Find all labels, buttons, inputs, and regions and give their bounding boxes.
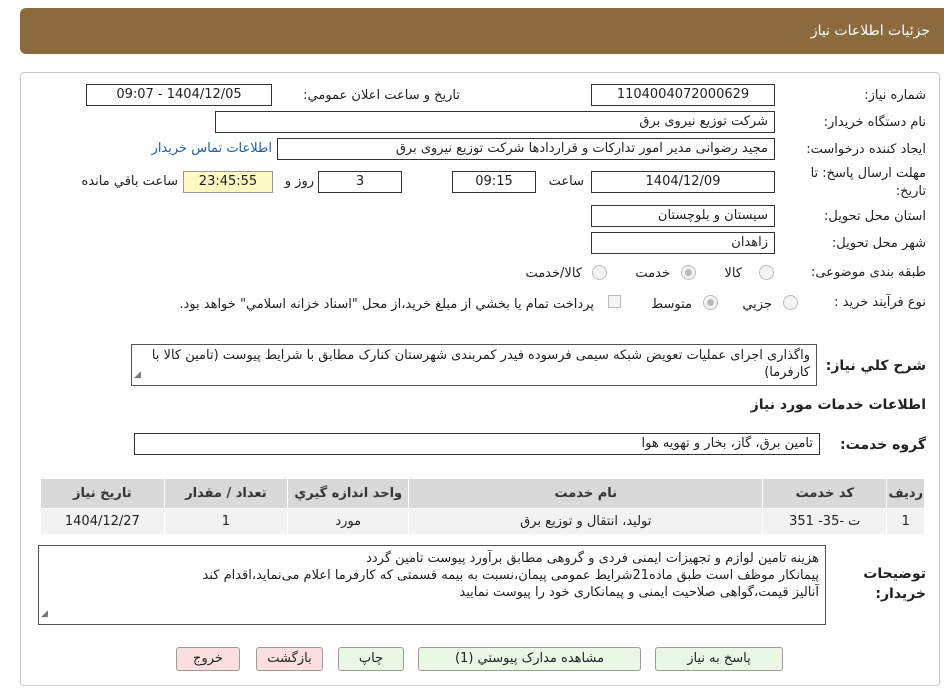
description-field: واگذاری اجرای عملیات تعویض شبکه سیمی فرس… <box>131 344 817 386</box>
col-service-name: نام خدمت <box>408 478 764 509</box>
days-field: 3 <box>318 171 402 193</box>
announce-field: 1404/12/05 - 09:07 <box>86 84 272 106</box>
treasury-checkbox[interactable] <box>608 295 621 308</box>
province-label: استان محل تحويل: <box>824 209 926 224</box>
buyer-notes-label: توضيحات <box>863 566 926 582</box>
back-button[interactable]: بازگشت <box>256 647 323 671</box>
time-label: ساعت <box>548 174 584 189</box>
cell-unit: مورد <box>287 508 410 535</box>
print-button[interactable]: چاپ <box>338 647 404 671</box>
buyer-notes-label-2: خريدار: <box>875 586 926 602</box>
deadline-label: مهلت ارسال پاسخ: تا <box>810 166 926 181</box>
requester-label: ايجاد کننده درخواست: <box>806 142 926 157</box>
resize-handle-icon[interactable]: ◢ <box>134 367 141 384</box>
services-table: رديف کد خدمت نام خدمت واحد اندازه گيري ت… <box>40 478 925 535</box>
cell-service-code: ت -35- 351 <box>762 508 888 535</box>
table-row: 1 ت -35- 351 تولید، انتقال و توزیع برق م… <box>40 508 925 535</box>
category-radio-service[interactable] <box>681 265 696 280</box>
table-header-row: رديف کد خدمت نام خدمت واحد اندازه گيري ت… <box>40 478 925 509</box>
buyer-contact-link[interactable]: اطلاعات تماس خريدار <box>152 141 272 156</box>
cell-row: 1 <box>886 508 925 535</box>
reply-button[interactable]: پاسخ به نياز <box>655 647 783 671</box>
col-quantity: تعداد / مقدار <box>163 478 289 509</box>
col-service-code: کد خدمت <box>762 478 888 509</box>
description-text: واگذاری اجرای عملیات تعویض شبکه سیمی فرس… <box>151 348 810 380</box>
exit-button[interactable]: خروج <box>176 647 240 671</box>
resize-handle-icon[interactable]: ◢ <box>41 606 48 623</box>
process-radio-medium[interactable] <box>703 295 718 310</box>
page-header: جزئیات اطلاعات نیاز <box>20 8 944 54</box>
buyer-org-label: نام دستگاه خريدار: <box>823 115 926 130</box>
city-label: شهر محل تحويل: <box>831 236 926 251</box>
view-attachments-button[interactable]: مشاهده مدارک پيوستي (1) <box>418 647 641 671</box>
col-need-date: تاريخ نياز <box>40 478 165 509</box>
category-radio-goods[interactable] <box>759 265 774 280</box>
buyer-notes-line-1: هزینه تامین لوازم و تجهیزات ایمنی فردی و… <box>366 551 819 566</box>
service-group-field: تامین برق، گاز، بخار و تهویه هوا <box>134 433 820 455</box>
remaining-time-field: 23:45:55 <box>183 171 273 193</box>
buyer-org-field: شرکت توزیع نیروی برق <box>215 111 775 133</box>
category-option-goods: کالا <box>724 266 742 281</box>
category-option-service: خدمت <box>635 266 670 281</box>
category-radio-goods-service[interactable] <box>592 265 607 280</box>
remaining-label: ساعت باقي مانده <box>81 174 178 189</box>
buyer-notes-line-3: آنالیز قیمت،گواهی صلاحیت ایمنی و پیمانکا… <box>459 585 819 600</box>
cell-service-name: تولید، انتقال و توزیع برق <box>408 508 764 535</box>
process-option-medium: متوسط <box>651 297 692 312</box>
cell-need-date: 1404/12/27 <box>40 508 165 535</box>
deadline-label-date: تاريخ: <box>895 184 926 199</box>
process-radio-minor[interactable] <box>783 295 798 310</box>
category-label: طبقه بندی موضوعی: <box>810 265 926 280</box>
need-number-field: 1104004072000629 <box>591 84 775 106</box>
service-group-label: گروه خدمت: <box>840 437 926 453</box>
col-row: رديف <box>886 478 925 509</box>
deadline-date-field: 1404/12/09 <box>591 171 775 193</box>
buyer-notes-field: هزینه تامین لوازم و تجهیزات ایمنی فردی و… <box>38 545 826 625</box>
services-section-title: اطلاعات خدمات مورد نياز <box>750 397 926 413</box>
description-label: شرح کلي نياز: <box>825 358 926 374</box>
col-unit: واحد اندازه گيري <box>287 478 410 509</box>
buyer-notes-line-2: پیمانکار موظف است طبق ماده21شرایط عمومی … <box>202 568 820 583</box>
announce-label: تاریخ و ساعت اعلان عمومي: <box>303 88 460 103</box>
city-field: زاهدان <box>591 232 775 254</box>
need-number-label: شماره نیاز: <box>864 88 926 103</box>
payment-note: پرداخت تمام يا بخشي از مبلغ خريد،از محل … <box>179 297 594 312</box>
cell-quantity: 1 <box>163 508 289 535</box>
process-label: نوع فرآيند خريد : <box>834 295 926 310</box>
requester-field: مجید رضوانی مدیر امور تدارکات و قرارداده… <box>277 138 775 160</box>
province-field: سيستان و بلوچستان <box>591 205 775 227</box>
category-option-goods-service: کالا/خدمت <box>525 266 582 281</box>
days-label: روز و <box>284 174 314 189</box>
deadline-time-field: 09:15 <box>452 171 536 193</box>
page-title: جزئیات اطلاعات نیاز <box>810 23 930 39</box>
process-option-minor: جزيي <box>742 297 772 312</box>
